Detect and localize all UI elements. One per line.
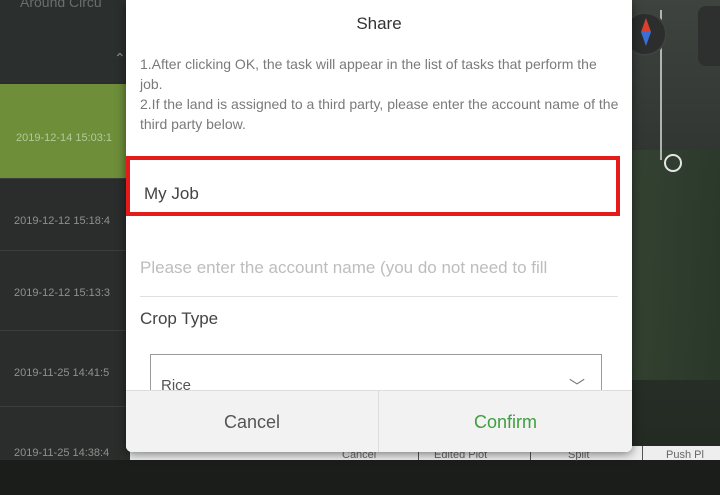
sidebar-header: Around Circu ⌃ xyxy=(0,0,130,82)
toolbar-divider xyxy=(642,446,643,460)
list-item-date: 2019-11-25 14:38:4 xyxy=(14,447,110,459)
list-item[interactable]: 2019-11-25 14:38:4 xyxy=(0,406,130,495)
sidebar-title: Around Circu xyxy=(20,0,102,10)
job-name-value: My Job xyxy=(144,184,199,203)
crop-type-label: Crop Type xyxy=(140,309,219,328)
chevron-up-icon[interactable]: ⌃ xyxy=(114,50,126,67)
task-sidebar: Around Circu ⌃ 2019-12-14 15:03:1 2019-1… xyxy=(0,0,130,460)
account-name-input[interactable] xyxy=(140,240,618,297)
instruction-1: 1.After clicking OK, the task will appea… xyxy=(140,56,597,92)
list-item-date: 2019-12-12 15:13:3 xyxy=(14,287,111,299)
job-name-field[interactable]: My Job xyxy=(126,156,620,216)
instructions-text: 1.After clicking OK, the task will appea… xyxy=(140,54,620,134)
dialog-footer: Cancel Confirm xyxy=(126,390,632,452)
cancel-button[interactable]: Cancel xyxy=(126,391,378,452)
instruction-2: 2.If the land is assigned to a third par… xyxy=(140,96,619,132)
dialog-title: Share xyxy=(356,14,402,33)
list-item-date: 2019-12-14 15:03:1 xyxy=(16,132,113,144)
confirm-button[interactable]: Confirm xyxy=(379,391,632,452)
list-item-selected[interactable]: 2019-12-14 15:03:1 xyxy=(0,84,130,178)
map-side-button[interactable] xyxy=(698,6,720,66)
push-plot-button[interactable]: Push Pl xyxy=(666,449,704,461)
map-vertex[interactable] xyxy=(664,154,682,172)
share-dialog: Share 1.After clicking OK, the task will… xyxy=(126,0,632,452)
list-item-date: 2019-12-12 15:18:4 xyxy=(14,215,111,227)
list-item[interactable]: 2019-12-12 15:13:3 xyxy=(0,250,130,339)
list-item-date: 2019-11-25 14:41:5 xyxy=(14,367,110,379)
